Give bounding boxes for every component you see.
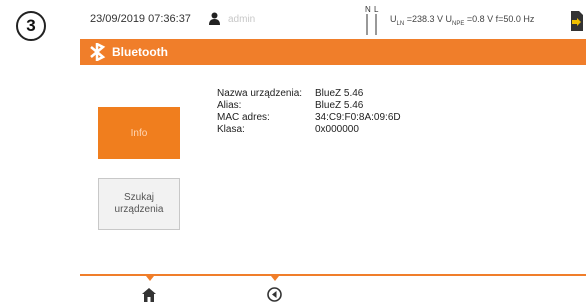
info-value: BlueZ 5.46 bbox=[315, 88, 364, 99]
info-value: 34:C9:F0:8A:09:6D bbox=[315, 112, 401, 123]
step-number-badge: 3 bbox=[16, 11, 46, 41]
device-info-table: Nazwa urządzenia: BlueZ 5.46 Alias: Blue… bbox=[217, 88, 401, 136]
user-icon bbox=[209, 12, 220, 25]
u-npe-value: =0.8 V bbox=[466, 14, 494, 24]
nl-polarity-icon: N L bbox=[365, 5, 379, 35]
u-npe-subscript: NPE bbox=[451, 20, 465, 27]
info-row-alias: Alias: BlueZ 5.46 bbox=[217, 100, 401, 112]
search-devices-button[interactable]: Szukaj urządzenia bbox=[98, 178, 180, 230]
info-value: BlueZ 5.46 bbox=[315, 100, 364, 111]
info-key: Klasa: bbox=[217, 124, 245, 135]
info-key: Alias: bbox=[217, 100, 242, 111]
l-label: L bbox=[374, 5, 379, 14]
info-row-class: Klasa: 0x000000 bbox=[217, 124, 401, 136]
status-bar: 23/09/2019 07:36:37 admin N L ULN =238.3… bbox=[80, 0, 586, 39]
back-icon[interactable] bbox=[267, 287, 282, 302]
power-plug-icon bbox=[571, 11, 583, 31]
info-value: 0x000000 bbox=[315, 124, 359, 135]
datetime-text: 23/09/2019 07:36:37 bbox=[90, 13, 191, 25]
page-title: Bluetooth bbox=[112, 45, 168, 59]
info-button[interactable]: Info bbox=[98, 107, 180, 159]
search-label-line1: Szukaj bbox=[123, 192, 154, 203]
info-row-mac: MAC adres: 34:C9:F0:8A:09:6D bbox=[217, 112, 401, 124]
bluetooth-icon bbox=[90, 43, 106, 61]
bottom-bar-divider bbox=[80, 274, 586, 276]
search-label-line2: urządzenia bbox=[114, 204, 164, 215]
frequency-value: f=50.0 Hz bbox=[495, 14, 535, 24]
n-label: N bbox=[365, 5, 371, 14]
info-row-device-name: Nazwa urządzenia: BlueZ 5.46 bbox=[217, 88, 401, 100]
home-tick-marker bbox=[146, 276, 154, 281]
info-key: Nazwa urządzenia: bbox=[217, 88, 303, 99]
info-key: MAC adres: bbox=[217, 112, 270, 123]
user-name: admin bbox=[228, 14, 256, 25]
title-bar: Bluetooth bbox=[80, 39, 586, 65]
u-ln-value: =238.3 V bbox=[406, 14, 443, 24]
home-icon[interactable] bbox=[142, 288, 156, 302]
back-tick-marker bbox=[271, 276, 279, 281]
u-ln-subscript: LN bbox=[396, 20, 405, 27]
measurement-readout: ULN =238.3 V UNPE =0.8 V f=50.0 Hz bbox=[390, 14, 534, 27]
device-screen: 23/09/2019 07:36:37 admin N L ULN =238.3… bbox=[80, 0, 586, 305]
